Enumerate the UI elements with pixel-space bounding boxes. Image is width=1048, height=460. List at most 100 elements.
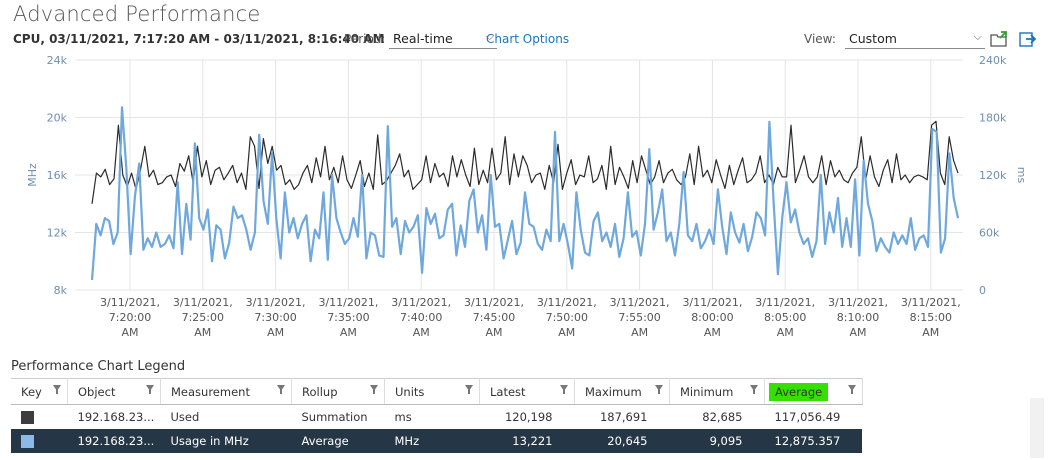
- x-tick-label: 8:15:00: [910, 311, 952, 324]
- legend-title: Performance Chart Legend: [11, 359, 186, 374]
- period-select[interactable]: Real-time ⌵: [389, 30, 497, 49]
- filter-icon[interactable]: [277, 385, 285, 394]
- col-key[interactable]: Key: [11, 378, 68, 405]
- cell-rollup: Summation: [301, 410, 368, 424]
- right-tick-label: 60k: [979, 227, 1000, 240]
- right-tick-label: 240k: [979, 54, 1007, 67]
- chart-svg: 24k 240k 20k 180k 16k 120k 12k 60k 8k 0 MHz ms 3/11/…: [26, 54, 1028, 339]
- left-tick-label: 16k: [47, 169, 68, 182]
- x-tick-label: AM: [485, 326, 502, 339]
- col-rollup[interactable]: Rollup: [291, 378, 385, 405]
- legend-row-selected[interactable]: 192.168.23... Usage in MHz Average MHz 1…: [11, 429, 863, 453]
- col-average[interactable]: Average: [764, 378, 863, 405]
- x-tick-label: AM: [849, 326, 866, 339]
- filter-icon[interactable]: [750, 385, 758, 394]
- cell-measurement: Usage in MHz: [160, 429, 292, 453]
- col-latest[interactable]: Latest: [479, 378, 575, 405]
- x-tick-label: AM: [413, 326, 430, 339]
- x-tick-label: AM: [267, 326, 284, 339]
- cell-maximum: 20,645: [574, 429, 670, 453]
- x-tick-label: 8:00:00: [691, 311, 733, 324]
- cell-minimum: 9,095: [669, 429, 765, 453]
- left-axis-label: MHz: [26, 163, 39, 187]
- col-maximum[interactable]: Maximum: [574, 378, 670, 405]
- legend-header-row: Key Object Measurement Rollup Units Late…: [11, 378, 863, 405]
- period-value: Real-time: [393, 31, 453, 46]
- x-tick-label: 3/11/2021,: [610, 296, 670, 309]
- x-tick-label: AM: [558, 326, 575, 339]
- cell-average: 12,875.357: [764, 429, 863, 453]
- cell-rollup: Average: [291, 429, 385, 453]
- right-tick-label: 120k: [979, 169, 1007, 182]
- x-tick-label: 7:45:00: [473, 311, 515, 324]
- filter-icon[interactable]: [560, 385, 568, 394]
- col-minimum[interactable]: Minimum: [669, 378, 765, 405]
- filter-icon[interactable]: [465, 385, 473, 394]
- filter-icon[interactable]: [146, 385, 154, 394]
- cell-units: ms: [394, 410, 412, 424]
- filter-icon[interactable]: [655, 385, 663, 394]
- left-tick-label: 20k: [47, 112, 68, 125]
- x-tick-label: AM: [704, 326, 721, 339]
- x-tick-label: 3/11/2021,: [464, 296, 524, 309]
- cell-maximum: 187,691: [599, 410, 648, 424]
- cell-object: 192.168.23...: [67, 429, 161, 453]
- x-tick-label: 3/11/2021,: [682, 296, 742, 309]
- x-tick-label: 3/11/2021,: [246, 296, 306, 309]
- cell-units: MHz: [384, 429, 480, 453]
- view-label: View:: [804, 32, 836, 46]
- x-tick-label: 3/11/2021,: [537, 296, 597, 309]
- folder-export-icon[interactable]: [990, 30, 1008, 48]
- col-units[interactable]: Units: [384, 378, 480, 405]
- series-line-usage-in-mhz: [90, 106, 960, 280]
- performance-chart: 24k 240k 20k 180k 16k 120k 12k 60k 8k 0 MHz ms 3/11/…: [0, 52, 1048, 352]
- x-tick-label: 7:20:00: [109, 311, 151, 324]
- x-tick-label: 8:10:00: [837, 311, 879, 324]
- right-tick-label: 180k: [979, 112, 1007, 125]
- key-swatch: [21, 411, 34, 424]
- legend-key: [11, 429, 68, 453]
- x-tick-label: AM: [631, 326, 648, 339]
- chart-options-link[interactable]: Chart Options: [486, 32, 569, 46]
- cell-object: 192.168.23...: [77, 410, 155, 424]
- filter-icon[interactable]: [53, 385, 61, 394]
- cell-latest: 13,221: [479, 429, 575, 453]
- scrollbar[interactable]: [1030, 398, 1044, 458]
- col-measurement[interactable]: Measurement: [160, 378, 292, 405]
- x-tick-label: 3/11/2021,: [901, 296, 961, 309]
- right-tick-label: 0: [979, 284, 986, 297]
- x-tick-label: 3/11/2021,: [828, 296, 888, 309]
- view-value: Custom: [849, 31, 897, 46]
- col-object[interactable]: Object: [67, 378, 161, 405]
- toolbar: CPU, 03/11/2021, 7:17:20 AM - 03/11/2021…: [13, 30, 1043, 50]
- cell-measurement: Used: [170, 410, 200, 424]
- view-select[interactable]: Custom ⌵: [845, 30, 985, 49]
- filter-icon[interactable]: [370, 385, 378, 394]
- x-tick-label: 7:35:00: [327, 311, 369, 324]
- x-tick-label: AM: [121, 326, 138, 339]
- x-tick-label: 7:25:00: [182, 311, 224, 324]
- legend-key: [11, 405, 68, 430]
- legend-table: Key Object Measurement Rollup Units Late…: [11, 378, 863, 453]
- time-range-label: CPU, 03/11/2021, 7:17:20 AM - 03/11/2021…: [13, 32, 385, 46]
- x-tick-label: 3/11/2021,: [100, 296, 160, 309]
- legend-row[interactable]: 192.168.23... Used Summation ms 120,198 …: [11, 405, 862, 430]
- x-tick-label: 7:50:00: [546, 311, 588, 324]
- x-tick-label: 7:55:00: [618, 311, 660, 324]
- x-tick-label: 3/11/2021,: [755, 296, 815, 309]
- filter-icon[interactable]: [847, 385, 856, 394]
- x-tick-label: AM: [777, 326, 794, 339]
- chevron-down-icon: ⌵: [973, 30, 982, 43]
- key-swatch: [21, 435, 34, 448]
- left-tick-label: 12k: [47, 227, 68, 240]
- left-tick-label: 24k: [47, 54, 68, 67]
- cell-minimum: 82,685: [702, 410, 743, 424]
- x-tick-label: 3/11/2021,: [391, 296, 451, 309]
- x-tick-label: 7:30:00: [254, 311, 296, 324]
- period-label: Period:: [344, 32, 386, 46]
- x-tick-label: 7:40:00: [400, 311, 442, 324]
- popout-icon[interactable]: [1018, 30, 1036, 48]
- x-tick-label: 3/11/2021,: [318, 296, 378, 309]
- cell-latest: 120,198: [504, 410, 553, 424]
- x-tick-label: AM: [922, 326, 939, 339]
